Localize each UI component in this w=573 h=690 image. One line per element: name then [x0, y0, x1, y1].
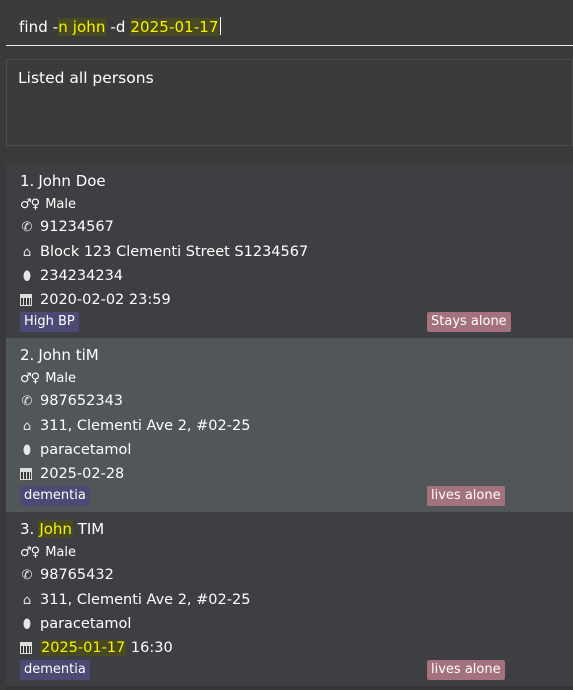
calendar-icon	[20, 642, 32, 654]
person-medication: paracetamol	[40, 616, 132, 632]
medication-row: ⬮ paracetamol	[20, 442, 132, 458]
date-row: 2025-01-17 16:30	[20, 640, 173, 656]
person-date: 2025-02-28	[40, 466, 125, 482]
medication-row: ⬮ paracetamol	[20, 616, 132, 632]
person-name: John tiM	[38, 346, 99, 364]
condition-tag: High BP	[20, 312, 79, 332]
gender-row: ♂♀ Male	[20, 197, 76, 212]
condition-tag: dementia	[20, 660, 90, 680]
gender-icon: ♂♀	[20, 545, 40, 560]
address-row: ⌂ 311, Clementi Ave 2, #02-25	[20, 418, 251, 434]
person-card[interactable]: 2. John tiM ♂♀ Male ✆ 987652343 ⌂ 311, C…	[6, 338, 573, 512]
phone-icon: ✆	[21, 567, 33, 583]
gender-row: ♂♀ Male	[20, 371, 76, 386]
living-tag: lives alone	[427, 486, 505, 506]
pill-icon: ⬮	[22, 268, 32, 284]
person-date-match: 2025-01-17	[40, 640, 127, 656]
home-icon: ⌂	[22, 418, 32, 434]
calendar-icon	[20, 294, 32, 306]
home-icon: ⌂	[22, 592, 32, 608]
person-gender: Male	[45, 197, 76, 212]
person-index: 1.	[20, 172, 35, 190]
pill-icon: ⬮	[22, 442, 32, 458]
person-name-row: 1. John Doe	[20, 172, 106, 190]
person-index: 2.	[20, 346, 35, 364]
person-medication: 234234234	[40, 268, 124, 284]
phone-row: ✆ 987652343	[20, 393, 123, 409]
person-list[interactable]: 1. John Doe ♂♀ Male ✆ 91234567 ⌂ Block 1…	[6, 164, 573, 690]
person-address: Block 123 Clementi Street S1234567	[40, 244, 309, 260]
gender-icon: ♂♀	[20, 371, 40, 386]
person-name-match: John	[38, 520, 73, 538]
person-address: 311, Clementi Ave 2, #02-25	[40, 418, 251, 434]
phone-row: ✆ 91234567	[20, 219, 114, 235]
command-text[interactable]: find -n john -d 2025-01-17	[19, 17, 221, 36]
person-phone: 98765432	[40, 567, 114, 583]
command-prefix: find -	[19, 18, 59, 36]
phone-icon: ✆	[21, 219, 33, 235]
command-date-flag: -d	[105, 18, 131, 36]
result-display: Listed all persons	[6, 59, 573, 146]
person-card[interactable]: 1. John Doe ♂♀ Male ✆ 91234567 ⌂ Block 1…	[6, 164, 573, 338]
person-phone: 987652343	[40, 393, 124, 409]
person-gender: Male	[45, 545, 76, 560]
living-tag: lives alone	[427, 660, 505, 680]
condition-tag: dementia	[20, 486, 90, 506]
person-name: John Doe	[38, 172, 106, 190]
text-caret	[219, 17, 221, 35]
person-medication: paracetamol	[40, 442, 132, 458]
command-date-arg: 2025-01-17	[130, 18, 219, 36]
date-row: 2020-02-02 23:59	[20, 292, 171, 308]
pill-icon: ⬮	[22, 616, 32, 632]
person-card[interactable]: 3. John TIM ♂♀ Male ✆ 98765432 ⌂ 311, Cl…	[6, 512, 573, 686]
date-row: 2025-02-28	[20, 466, 124, 482]
person-name: TIM	[72, 520, 105, 538]
person-phone: 91234567	[40, 219, 114, 235]
person-address: 311, Clementi Ave 2, #02-25	[40, 592, 251, 608]
phone-row: ✆ 98765432	[20, 567, 114, 583]
person-index: 3.	[20, 520, 35, 538]
result-message: Listed all persons	[18, 69, 154, 87]
living-tag: Stays alone	[427, 312, 511, 332]
address-row: ⌂ Block 123 Clementi Street S1234567	[20, 244, 308, 260]
medication-row: ⬮ 234234234	[20, 268, 123, 284]
calendar-icon	[20, 468, 32, 480]
address-row: ⌂ 311, Clementi Ave 2, #02-25	[20, 592, 251, 608]
gender-row: ♂♀ Male	[20, 545, 76, 560]
person-gender: Male	[45, 371, 76, 386]
gender-icon: ♂♀	[20, 197, 40, 212]
command-name-arg: n john	[58, 18, 106, 36]
person-date: 2020-02-02 23:59	[40, 292, 171, 308]
person-date: 16:30	[126, 640, 173, 656]
phone-icon: ✆	[21, 393, 33, 409]
person-name-row: 2. John tiM	[20, 346, 99, 364]
command-input[interactable]: find -n john -d 2025-01-17	[6, 0, 573, 46]
home-icon: ⌂	[22, 244, 32, 260]
person-name-row: 3. John TIM	[20, 520, 104, 538]
